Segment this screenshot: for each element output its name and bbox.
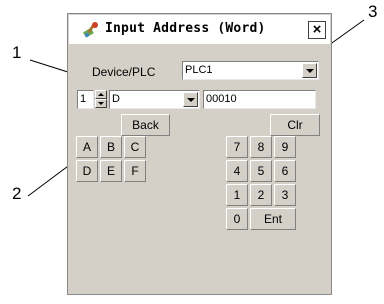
station-number-spinner[interactable] <box>95 90 107 108</box>
callout-2: 2 <box>12 184 22 203</box>
device-plc-label: Device/PLC <box>92 65 156 79</box>
key-7[interactable]: 7 <box>226 136 248 158</box>
key-5[interactable]: 5 <box>250 160 272 182</box>
tools-icon <box>83 22 98 38</box>
key-b[interactable]: B <box>100 136 122 158</box>
title-bar: Input Address (Word) × <box>69 15 330 44</box>
window-title: Input Address (Word) <box>105 21 266 36</box>
chevron-down-icon[interactable] <box>302 63 317 78</box>
address-number-value: 00010 <box>206 93 237 105</box>
key-2[interactable]: 2 <box>250 184 272 206</box>
key-1[interactable]: 1 <box>226 184 248 206</box>
back-button[interactable]: Back <box>121 114 170 136</box>
device-plc-select[interactable]: PLC1 <box>182 61 319 80</box>
key-9[interactable]: 9 <box>274 136 296 158</box>
key-4[interactable]: 4 <box>226 160 248 182</box>
ent-button[interactable]: Ent <box>250 208 296 230</box>
station-number-value: 1 <box>80 93 87 105</box>
chevron-down-icon[interactable] <box>183 92 198 107</box>
key-6[interactable]: 6 <box>274 160 296 182</box>
station-number-input[interactable]: 1 <box>77 90 94 109</box>
key-d[interactable]: D <box>76 160 98 182</box>
close-button[interactable]: × <box>308 21 326 39</box>
clr-button[interactable]: Clr <box>270 114 320 136</box>
key-3[interactable]: 3 <box>274 184 296 206</box>
key-f[interactable]: F <box>124 160 146 182</box>
key-c[interactable]: C <box>124 136 146 158</box>
callout-1: 1 <box>12 43 22 62</box>
key-8[interactable]: 8 <box>250 136 272 158</box>
key-a[interactable]: A <box>76 136 98 158</box>
device-type-select[interactable]: D <box>109 90 200 109</box>
address-number-input[interactable]: 00010 <box>203 90 316 109</box>
input-address-dialog: Input Address (Word) × Device/PLC PLC1 1… <box>67 13 332 295</box>
key-0[interactable]: 0 <box>226 208 248 230</box>
device-plc-value: PLC1 <box>185 64 213 76</box>
callout-3: 3 <box>368 2 378 21</box>
spin-up-icon[interactable] <box>95 90 107 99</box>
key-e[interactable]: E <box>100 160 122 182</box>
spin-down-icon[interactable] <box>95 99 107 108</box>
device-type-value: D <box>112 93 120 105</box>
